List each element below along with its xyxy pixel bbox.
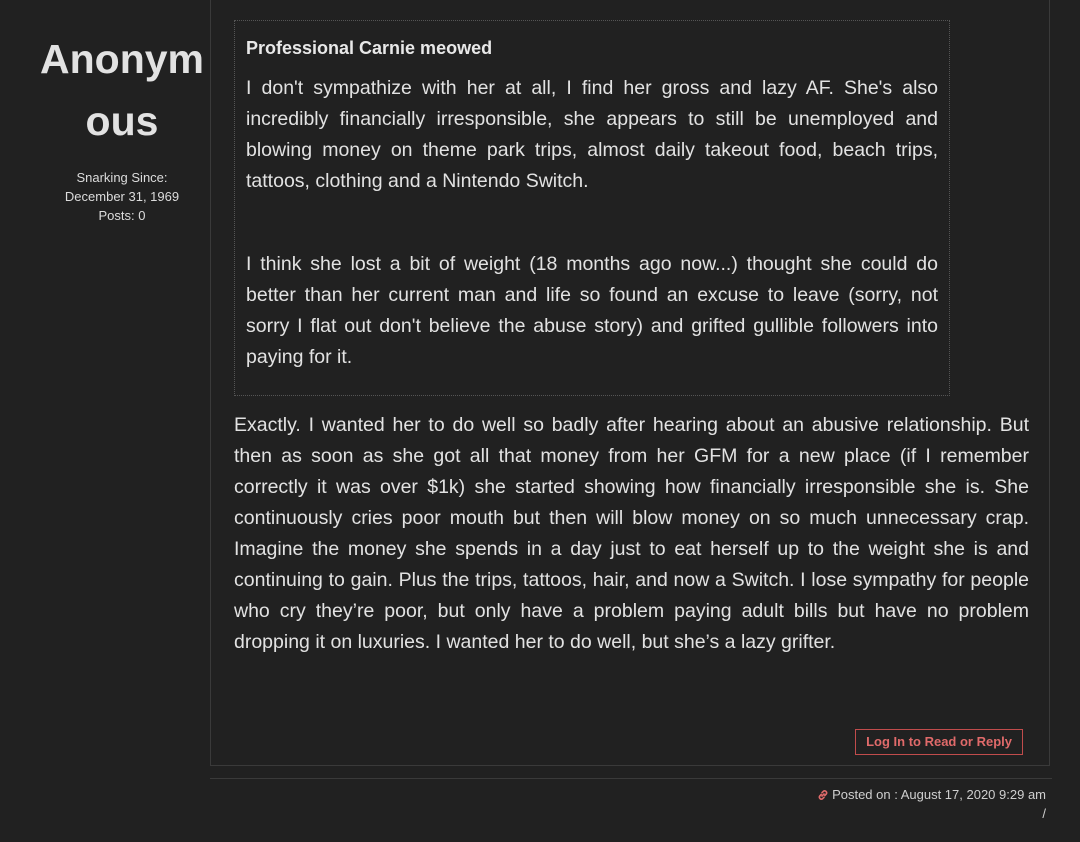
login-to-reply-button[interactable]: Log In to Read or Reply — [855, 729, 1023, 755]
post-body: Exactly. I wanted her to do well so badl… — [234, 414, 1029, 653]
quote-paragraph: I think she lost a bit of weight (18 mon… — [246, 253, 938, 368]
link-icon[interactable] — [817, 788, 829, 806]
forum-page: Anonymous Snarking Since: December 31, 1… — [0, 0, 1080, 842]
quote-block: Professional Carnie meowed I don't sympa… — [234, 20, 950, 396]
post-count: Posts: 0 — [98, 208, 146, 223]
author-panel: Anonymous Snarking Since: December 31, 1… — [30, 28, 214, 225]
quote-author: Professional Carnie meowed — [246, 38, 493, 58]
separator-slash: / — [1042, 806, 1046, 821]
divider — [210, 778, 1052, 779]
post-timestamp: Posted on : August 17, 2020 9:29 am — [817, 786, 1046, 806]
quote-paragraph: I don't sympathize with her at all, I fi… — [246, 77, 938, 192]
snarking-since-date: December 31, 1969 — [64, 189, 180, 204]
post-panel: Professional Carnie meowed I don't sympa… — [210, 0, 1050, 766]
author-meta: Snarking Since: December 31, 1969 Posts:… — [30, 168, 214, 225]
author-name[interactable]: Anonymous — [30, 28, 214, 152]
posted-on-text[interactable]: Posted on : August 17, 2020 9:29 am — [832, 787, 1046, 802]
snarking-since-label: Snarking Since: — [76, 170, 168, 185]
